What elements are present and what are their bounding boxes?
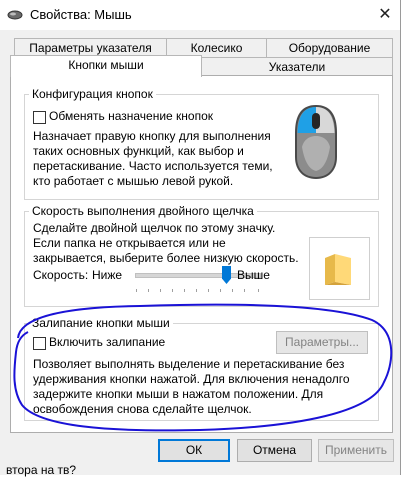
swap-buttons-label: Обменять назначение кнопок	[49, 109, 214, 123]
desc-line: Сделайте двойной щелчок по этому значку.	[33, 221, 276, 235]
click-lock-title: Залипание кнопки мыши	[29, 316, 173, 330]
swap-buttons-checkbox[interactable]	[33, 111, 46, 124]
folder-icon	[325, 254, 351, 285]
double-click-description: Сделайте двойной щелчок по этому значку.…	[33, 221, 299, 266]
button-config-title: Конфигурация кнопок	[29, 87, 156, 101]
slider-tick	[160, 289, 161, 292]
slider-tick	[148, 289, 149, 292]
test-folder-box[interactable]	[309, 237, 370, 300]
speed-label: Скорость:	[33, 268, 89, 282]
click-lock-label: Включить залипание	[49, 335, 166, 349]
tab-hardware[interactable]: Оборудование	[266, 38, 393, 58]
desc-line: кто работает с мышью левой рукой.	[33, 174, 234, 188]
slow-label: Ниже	[92, 268, 123, 282]
desc-line: Назначает правую кнопку для выполнения	[33, 129, 271, 143]
tab-buttons[interactable]: Кнопки мыши	[10, 55, 202, 77]
title-bar: Свойства: Мышь ✕	[0, 0, 400, 30]
mouse-icon	[7, 10, 23, 20]
slider-tick	[172, 289, 173, 292]
desc-line: закрывается, выберите более низкую скоро…	[33, 251, 299, 265]
click-lock-settings-button[interactable]: Параметры...	[276, 331, 368, 354]
button-config-description: Назначает правую кнопку для выполнения т…	[33, 129, 273, 189]
apply-button[interactable]: Применить	[318, 439, 394, 462]
slider-tick	[220, 289, 221, 292]
cancel-button[interactable]: Отмена	[237, 439, 312, 462]
click-lock-checkbox[interactable]	[33, 337, 46, 350]
click-lock-description: Позволяет выполнять выделение и перетаск…	[33, 357, 350, 417]
desc-line: перетаскивание. Часто используется теми,	[33, 159, 273, 173]
slider-tick	[184, 289, 185, 292]
close-button[interactable]: ✕	[372, 3, 398, 27]
tab-pointers[interactable]: Указатели	[201, 57, 393, 77]
mouse-illustration-icon	[295, 105, 337, 179]
desc-line: освобождения снова сделайте щелчок.	[33, 402, 252, 416]
desc-line: удерживания кнопки нажатой. Для включени…	[33, 372, 350, 386]
slider-tick	[208, 289, 209, 292]
desc-line: задержите кнопки мыши в нажатом положени…	[33, 387, 324, 401]
ok-button[interactable]: ОК	[158, 439, 230, 462]
double-click-title: Скорость выполнения двойного щелчка	[29, 204, 257, 218]
desc-line: Если папка не открывается или не	[33, 236, 226, 250]
slider-tick	[136, 289, 137, 292]
window-title: Свойства: Мышь	[30, 7, 132, 22]
slider-tick	[244, 289, 245, 292]
slider-tick	[232, 289, 233, 292]
mouse-properties-window: Свойства: Мышь ✕ Параметры указателя Кол…	[0, 0, 401, 477]
slider-tick	[196, 289, 197, 292]
desc-line: Позволяет выполнять выделение и перетаск…	[33, 357, 345, 371]
desc-line: таких основных функций, как выбор и	[33, 144, 244, 158]
fast-label: Выше	[237, 268, 270, 282]
slider-tick	[258, 289, 259, 292]
